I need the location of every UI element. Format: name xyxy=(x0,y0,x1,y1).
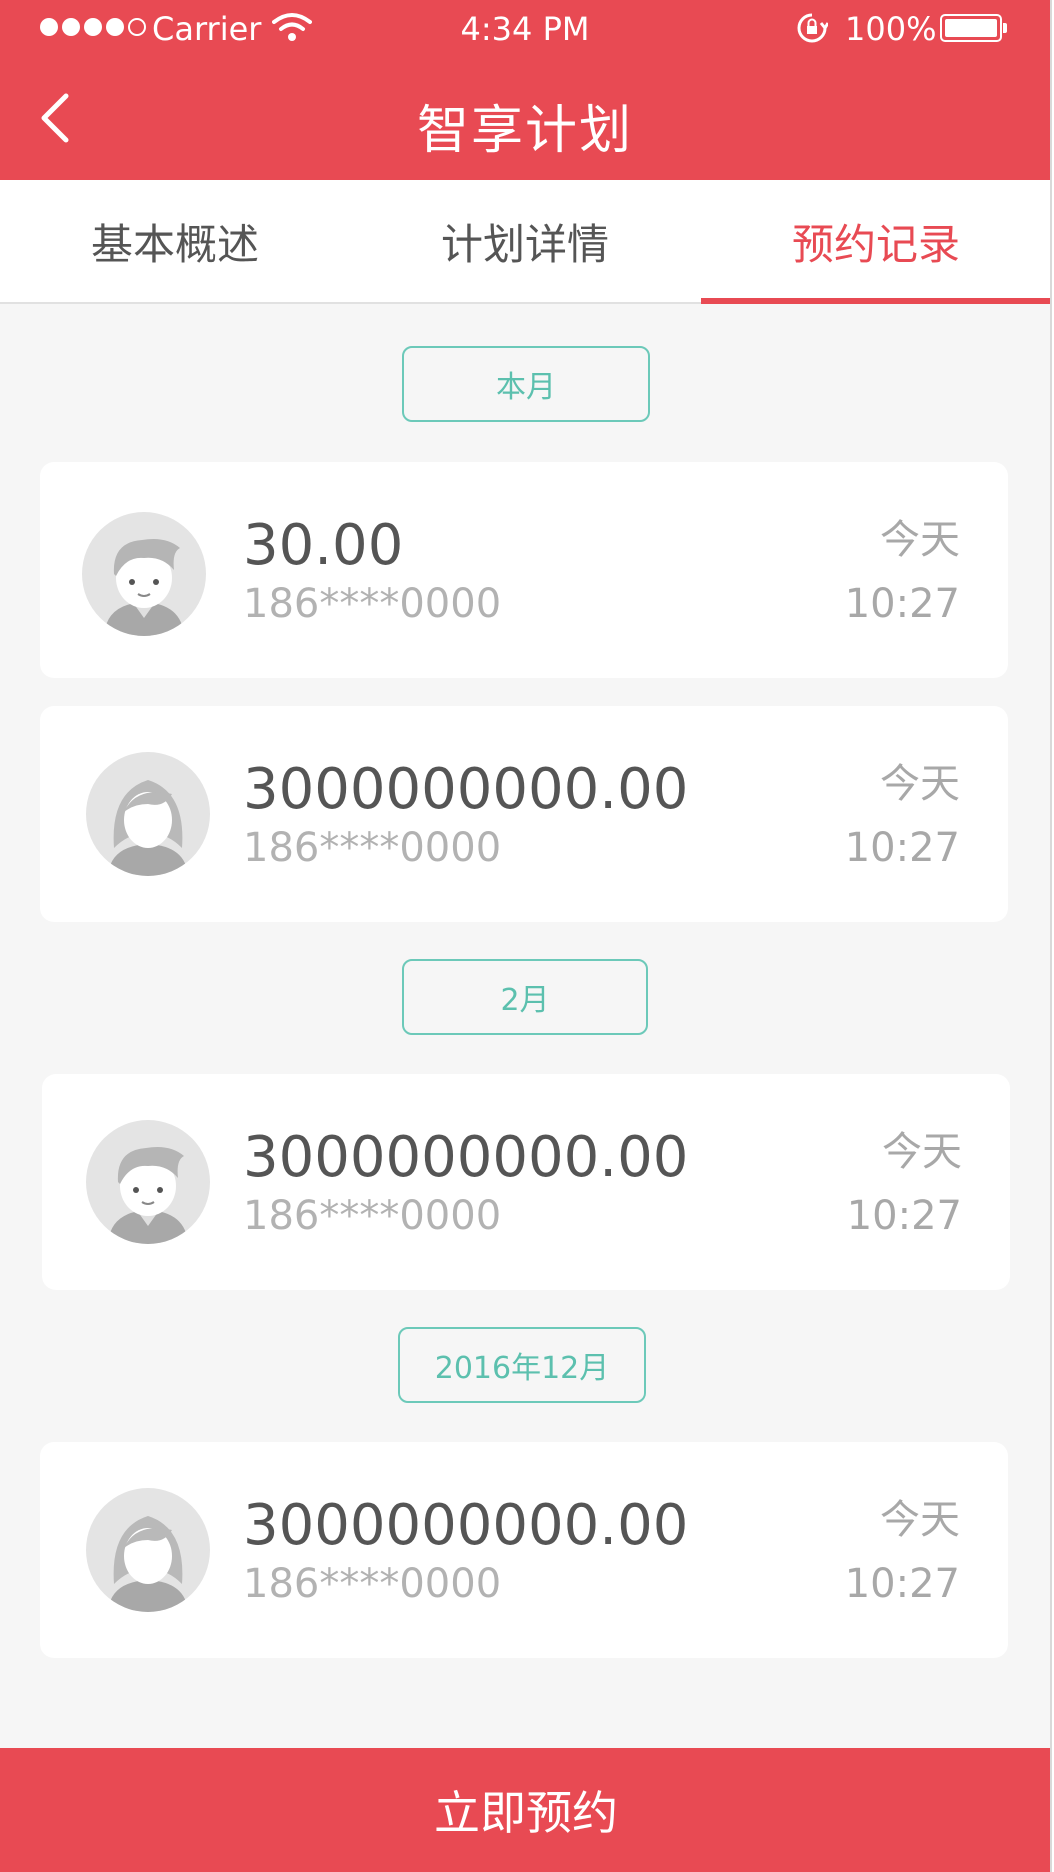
female-avatar-icon xyxy=(86,1488,210,1612)
phone-number: 186****0000 xyxy=(243,825,502,871)
record-time: 10:27 xyxy=(844,1561,960,1607)
male-avatar-icon xyxy=(86,1120,210,1244)
month-label: 本月 xyxy=(402,346,650,422)
female-avatar-icon xyxy=(86,752,210,876)
month-label: 2月 xyxy=(402,959,648,1035)
record-card[interactable]: 3000000000.00 186****0000 今天 10:27 xyxy=(40,1442,1008,1658)
tab-plan-details[interactable]: 计划详情 xyxy=(350,180,700,302)
male-avatar-icon xyxy=(82,512,206,636)
record-day: 今天 xyxy=(882,1129,962,1175)
page-title: 智享计划 xyxy=(416,101,633,161)
amount: 3000000000.00 xyxy=(243,757,689,822)
record-day: 今天 xyxy=(880,761,960,807)
battery-percent: 100% xyxy=(845,10,937,48)
top-bar: Carrier 4:34 PM 100% 智享计划 xyxy=(0,0,1050,180)
active-tab-indicator xyxy=(701,298,1050,304)
record-time: 10:27 xyxy=(846,1193,962,1239)
phone-number: 186****0000 xyxy=(243,1561,502,1607)
phone-number: 186****0000 xyxy=(243,1193,502,1239)
rotation-lock-icon xyxy=(797,13,828,43)
tab-bar: 基本概述 计划详情 预约记录 xyxy=(0,180,1050,304)
record-card[interactable]: 3000000000.00 186****0000 今天 10:27 xyxy=(42,1074,1010,1290)
record-card[interactable]: 3000000000.00 186****0000 今天 10:27 xyxy=(40,706,1008,922)
book-now-button[interactable]: 立即预约 xyxy=(0,1748,1050,1872)
record-day: 今天 xyxy=(880,1497,960,1543)
record-time: 10:27 xyxy=(844,825,960,871)
phone-number: 186****0000 xyxy=(243,581,502,627)
record-time: 10:27 xyxy=(844,581,960,627)
tab-booking-records[interactable]: 预约记录 xyxy=(701,180,1050,302)
record-card[interactable]: 30.00 186****0000 今天 10:27 xyxy=(40,462,1008,678)
status-bar: Carrier 4:34 PM 100% xyxy=(0,0,1050,58)
month-label: 2016年12月 xyxy=(398,1327,646,1403)
amount: 3000000000.00 xyxy=(243,1493,689,1558)
battery-icon xyxy=(940,14,1010,44)
tab-overview[interactable]: 基本概述 xyxy=(0,180,350,302)
page: Carrier 4:34 PM 100% 智享计划 基本概述 计划详情 预约记录… xyxy=(0,0,1054,1872)
amount: 30.00 xyxy=(243,513,404,578)
phone-screen: Carrier 4:34 PM 100% 智享计划 基本概述 计划详情 预约记录… xyxy=(0,0,1052,1872)
record-day: 今天 xyxy=(880,517,960,563)
amount: 3000000000.00 xyxy=(243,1125,689,1190)
